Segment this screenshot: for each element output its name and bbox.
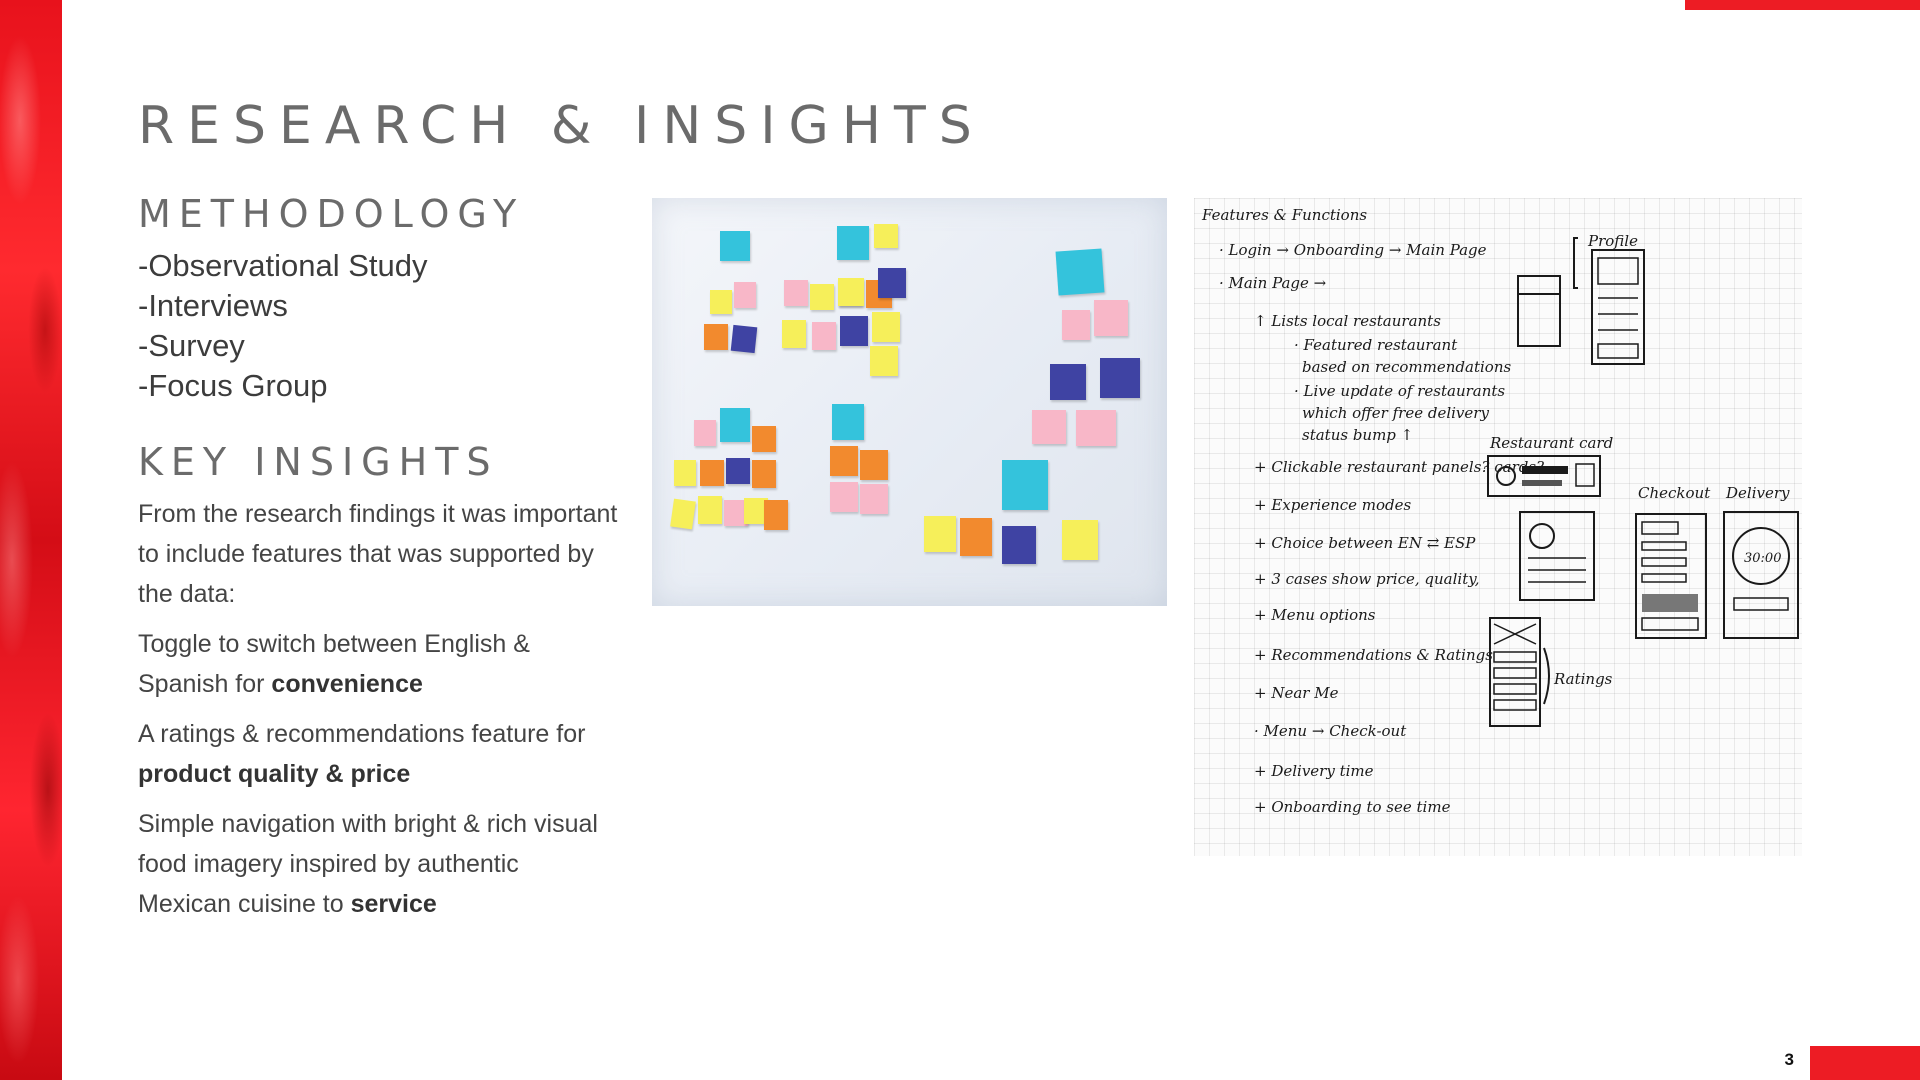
sticky-note (784, 280, 808, 306)
sticky-note (726, 458, 750, 484)
sketch-line: + 3 cases show price, quality, (1254, 570, 1480, 588)
sketch-heading: Features & Functions (1201, 206, 1367, 224)
page-number: 3 (1784, 1050, 1794, 1069)
sticky-note (1002, 526, 1036, 564)
sketch-line: · Menu → Check-out (1254, 722, 1407, 740)
methodology-item: -Survey (138, 328, 245, 363)
sketch-line: based on recommendations (1302, 358, 1511, 376)
sticky-note (878, 268, 906, 298)
insights-intro: From the research findings it was import… (138, 500, 618, 608)
sticky-note (670, 498, 696, 530)
sticky-note (1002, 460, 1048, 510)
sketch-line: + Delivery time (1254, 762, 1374, 780)
decorative-red-strip (0, 0, 62, 1080)
sticky-note (860, 484, 888, 514)
sticky-note (1100, 358, 1140, 398)
methodology-item: -Interviews (138, 288, 288, 323)
sticky-note (782, 320, 806, 348)
sticky-note (1094, 300, 1128, 336)
sketch-line: · Featured restaurant (1294, 336, 1458, 354)
top-accent-bar (1685, 0, 1920, 10)
sticky-note (1055, 248, 1105, 296)
sticky-note (960, 518, 992, 556)
sticky-note (752, 426, 776, 452)
sticky-note (860, 450, 888, 480)
sketch-line: · Live update of restaurants (1294, 382, 1505, 400)
sticky-note (840, 316, 868, 346)
sticky-note (704, 324, 728, 350)
sticky-note (924, 516, 956, 552)
sticky-note (734, 282, 756, 308)
methodology-item: -Observational Study (138, 248, 428, 283)
sticky-note (1032, 410, 1066, 444)
bottom-accent-bar (1810, 1046, 1920, 1080)
key-insights-heading: KEY INSIGHTS (138, 440, 499, 484)
insight-point: Toggle to switch between English & Spani… (138, 630, 530, 698)
sticky-note (1062, 310, 1090, 340)
sketch-label-ratings: Ratings (1553, 670, 1613, 688)
sticky-note (830, 482, 858, 512)
sticky-note (832, 404, 864, 440)
sketch-line: + Clickable restaurant panels? cards? (1254, 458, 1545, 476)
sticky-note (700, 460, 724, 486)
methodology-heading: METHODOLOGY (138, 192, 525, 236)
sticky-note (838, 278, 864, 306)
sketch-label-checkout: Checkout (1638, 484, 1711, 502)
sticky-note (694, 420, 716, 446)
sketch-label-delivery: Delivery (1725, 484, 1790, 502)
sticky-note (698, 496, 722, 524)
sticky-note (872, 312, 900, 342)
sticky-note (710, 290, 732, 314)
sticky-note (1050, 364, 1086, 400)
methodology-list: -Observational Study -Interviews -Survey… (138, 246, 427, 406)
sticky-note (870, 346, 898, 376)
sketch-line: + Choice between EN ⇄ ESP (1254, 534, 1476, 552)
sticky-note (720, 408, 750, 442)
sketch-line: + Menu options (1254, 606, 1376, 624)
sticky-note (720, 231, 750, 261)
sketch-line: + Recommendations & Ratings (1254, 646, 1493, 664)
sticky-note (874, 224, 898, 248)
sketch-line: ↑ Lists local restaurants (1254, 312, 1441, 330)
sketch-line: which offer free delivery (1302, 404, 1489, 422)
sketch-line: · Login → Onboarding → Main Page (1219, 241, 1487, 259)
sticky-note (810, 284, 834, 310)
insight-point: A ratings & recommendations feature for … (138, 720, 586, 788)
sticky-notes-photo (652, 198, 1167, 606)
sticky-note (1062, 520, 1098, 560)
sketch-label-profile: Profile (1587, 232, 1638, 250)
sticky-note (1076, 410, 1116, 446)
sketch-label-timer: 30:00 (1744, 551, 1781, 566)
sticky-note (752, 460, 776, 488)
sketch-line: + Onboarding to see time (1254, 798, 1451, 816)
sketch-line: status bump ↑ (1302, 426, 1413, 444)
sketch-line: + Experience modes (1254, 496, 1412, 514)
sticky-note (674, 460, 696, 486)
page-title: RESEARCH & INSIGHTS (138, 96, 985, 156)
key-insights-body: From the research findings it was import… (138, 494, 618, 934)
methodology-item: -Focus Group (138, 368, 328, 403)
sketch-line: · Main Page → (1219, 274, 1327, 292)
wireframe-sketch: Features & Functions · Login → Onboardin… (1194, 198, 1802, 856)
sketch-label-restaurant-card: Restaurant card (1489, 434, 1613, 452)
insight-point: Simple navigation with bright & rich vis… (138, 810, 598, 918)
sketch-line: + Near Me (1254, 684, 1339, 702)
sticky-note (812, 322, 836, 350)
sticky-note (837, 226, 869, 260)
sticky-note (730, 324, 758, 354)
sticky-note (830, 446, 858, 476)
sticky-note (764, 500, 788, 530)
